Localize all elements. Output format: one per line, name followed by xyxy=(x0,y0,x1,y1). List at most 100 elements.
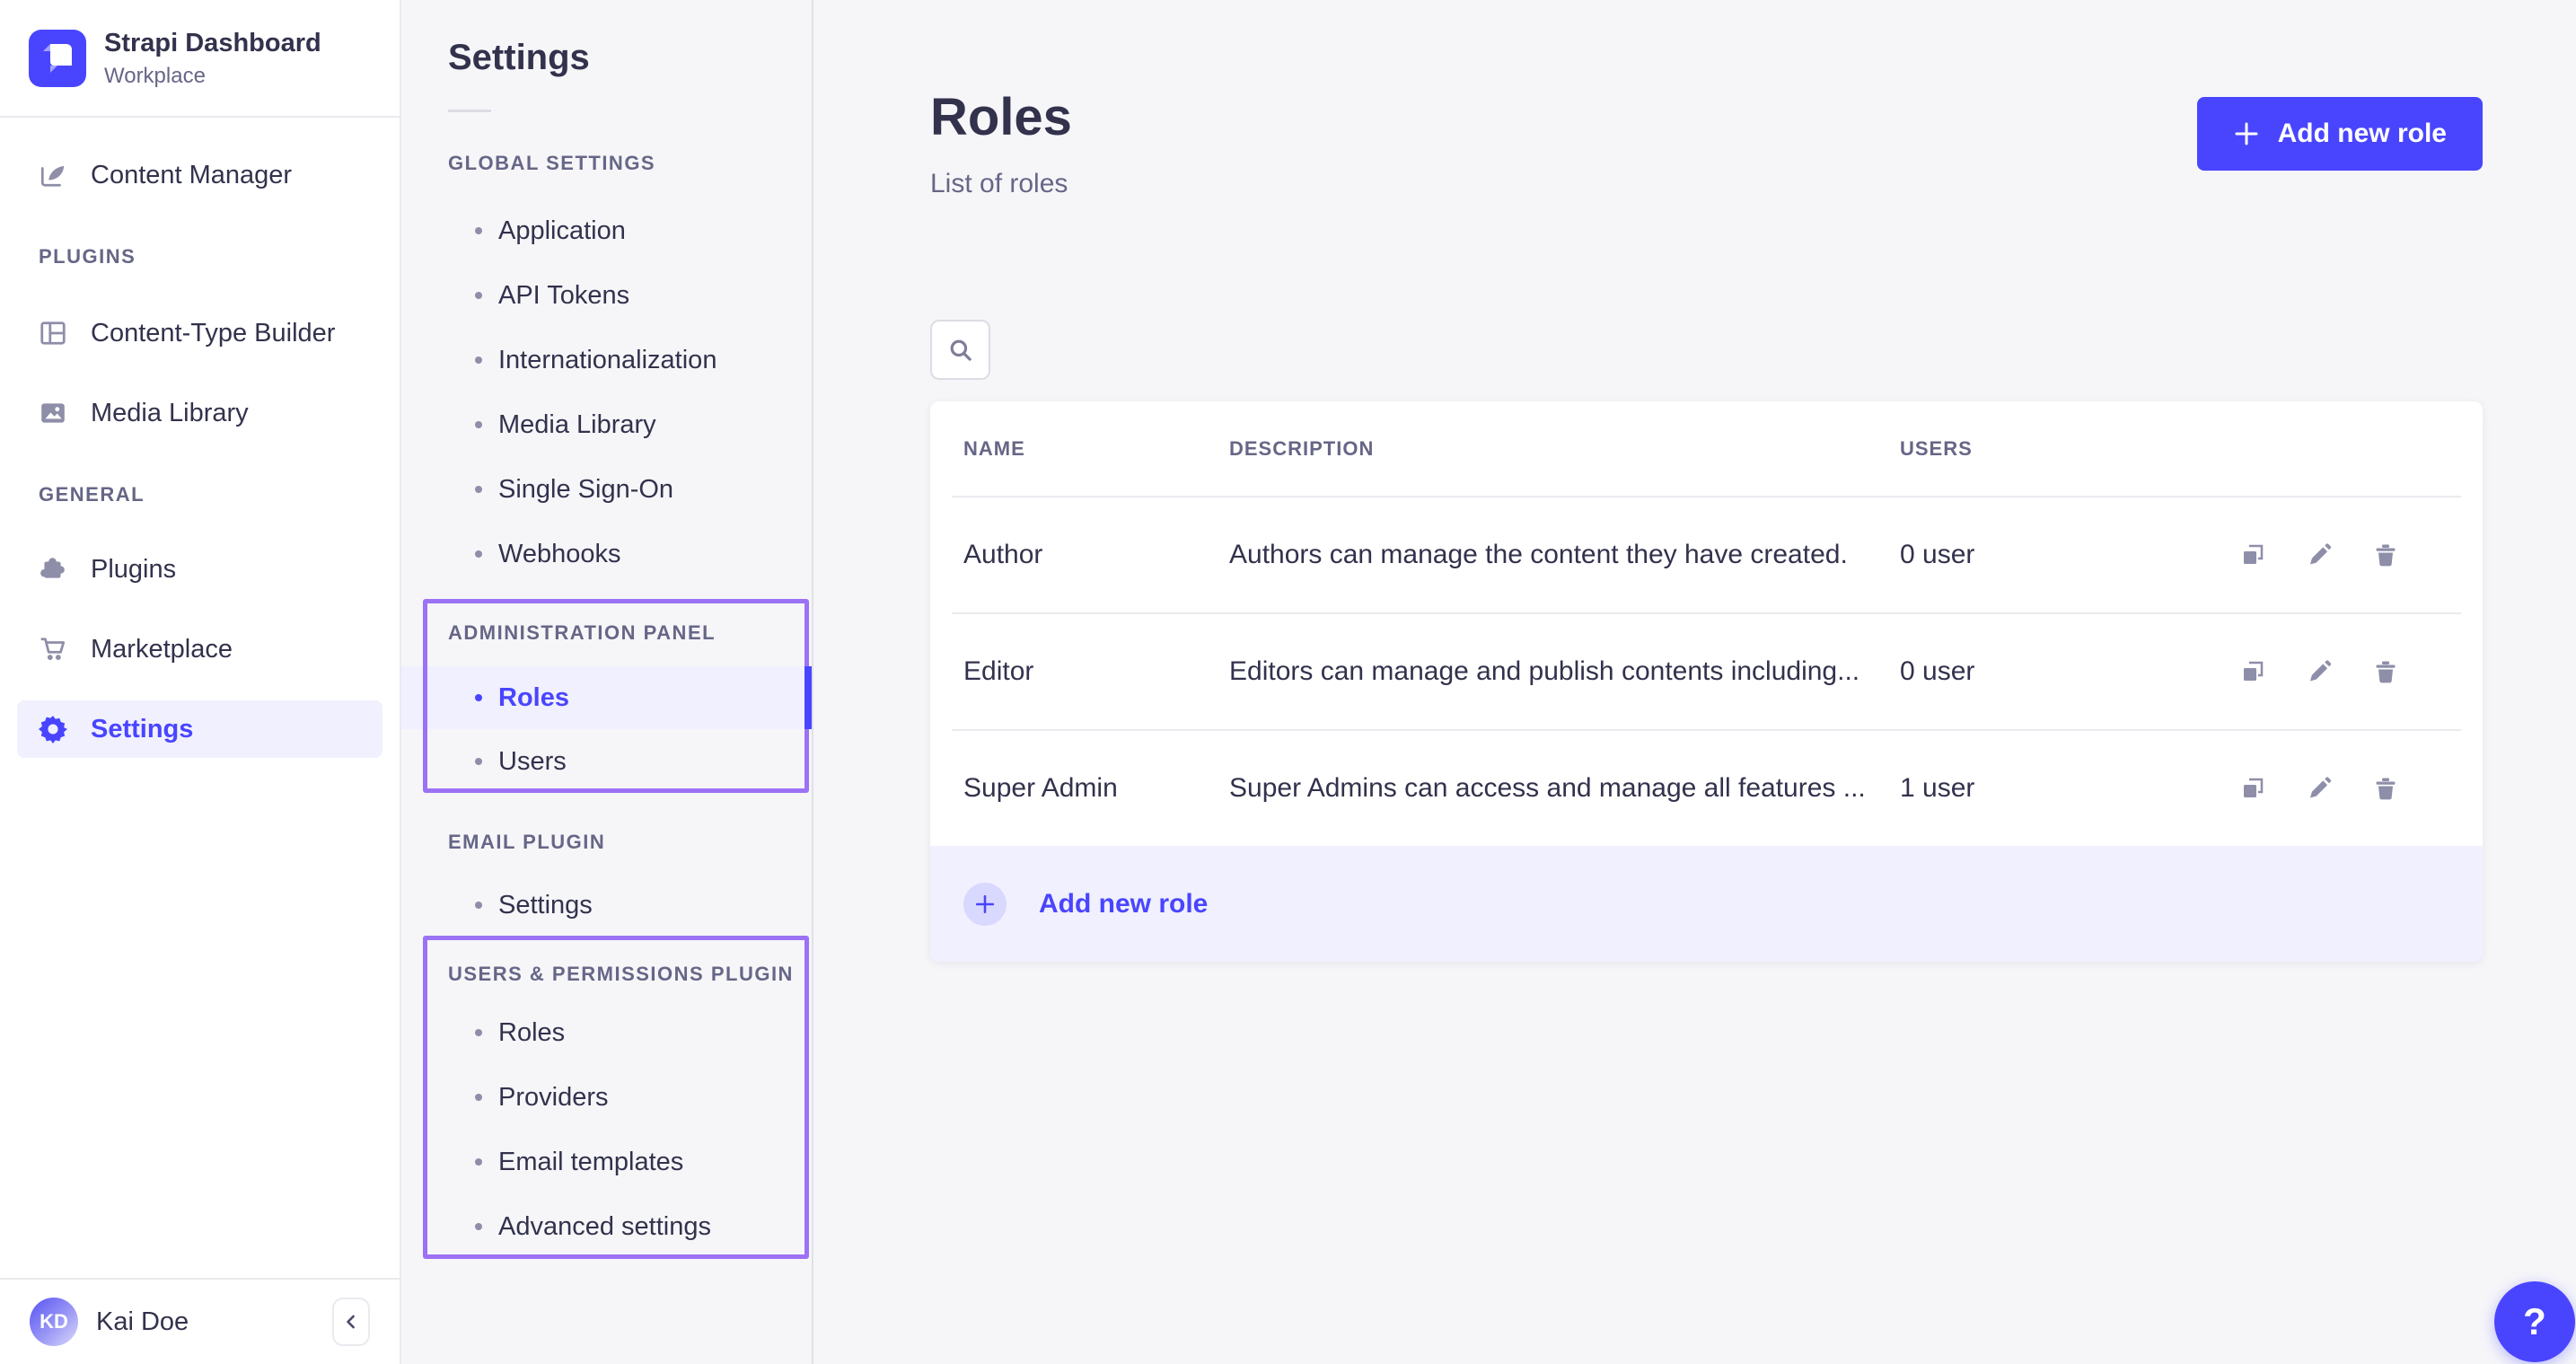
search-button[interactable] xyxy=(930,320,990,380)
sidebar-item-label: Media Library xyxy=(91,399,249,428)
sidebar-footer: KD Kai Doe xyxy=(0,1278,400,1364)
table-row-super-admin[interactable]: Super Admin Super Admins can access and … xyxy=(930,731,2483,846)
brand-subtitle: Workplace xyxy=(104,64,321,89)
help-button[interactable]: ? xyxy=(2494,1281,2575,1362)
page-subtitle: List of roles xyxy=(930,165,1072,203)
subnav-item-single-sign-on[interactable]: Single Sign-On xyxy=(401,457,812,522)
bullet-icon xyxy=(475,486,482,493)
subnav-item-users[interactable]: Users xyxy=(401,729,812,794)
sidebar-item-label: Plugins xyxy=(91,555,176,585)
subnav-section-users-permissions: USERS & PERMISSIONS PLUGIN xyxy=(448,963,812,986)
table-row-author[interactable]: Author Authors can manage the content th… xyxy=(930,497,2483,612)
sidebar-item-label: Settings xyxy=(91,715,193,744)
cart-icon xyxy=(39,635,67,664)
picture-icon xyxy=(39,399,67,427)
duplicate-icon[interactable] xyxy=(2239,775,2266,802)
subnav-item-webhooks[interactable]: Webhooks xyxy=(401,522,812,586)
subnav-section-administration-panel: ADMINISTRATION PANEL xyxy=(448,621,812,645)
subnav-item-label: Application xyxy=(498,216,626,246)
page-header: Roles List of roles Add new role xyxy=(930,88,2483,203)
subnav-item-api-tokens[interactable]: API Tokens xyxy=(401,263,812,328)
subnav-item-label: Settings xyxy=(498,891,593,920)
plus-circle xyxy=(963,883,1007,926)
edit-pencil-icon[interactable] xyxy=(2306,541,2333,568)
add-new-role-button[interactable]: Add new role xyxy=(2197,97,2483,171)
table-row-editor[interactable]: Editor Editors can manage and publish co… xyxy=(930,614,2483,729)
brand-text: Strapi Dashboard Workplace xyxy=(104,28,321,89)
bullet-icon xyxy=(475,421,482,428)
collapse-sidebar-button[interactable] xyxy=(332,1298,370,1346)
bullet-icon xyxy=(475,902,482,909)
plus-icon xyxy=(974,893,996,915)
subnav-item-roles-up[interactable]: Roles xyxy=(401,1000,812,1065)
sidebar-item-plugins[interactable]: Plugins xyxy=(17,541,382,598)
bullet-icon xyxy=(475,1094,482,1101)
bullet-icon xyxy=(475,758,482,765)
app-root: Strapi Dashboard Workplace Content Manag… xyxy=(0,0,2576,1364)
roles-table-card: NAME DESCRIPTION USERS Author Authors ca… xyxy=(930,401,2483,962)
sidebar-item-content-type-builder[interactable]: Content-Type Builder xyxy=(17,304,382,362)
gear-icon xyxy=(39,715,67,744)
subnav-item-label: Roles xyxy=(498,1018,565,1048)
role-users-cell: 0 user xyxy=(1900,656,2207,687)
table-header-row: NAME DESCRIPTION USERS xyxy=(930,401,2483,496)
role-description-cell: Authors can manage the content they have… xyxy=(1229,540,1900,570)
subnav-item-roles-admin[interactable]: Roles xyxy=(401,666,812,729)
sidebar-item-marketplace[interactable]: Marketplace xyxy=(17,620,382,678)
sidebar-section-general: GENERAL xyxy=(39,483,382,506)
role-users-cell: 1 user xyxy=(1900,773,2207,804)
sidebar-item-media-library[interactable]: Media Library xyxy=(17,384,382,442)
subnav-item-internationalization[interactable]: Internationalization xyxy=(401,328,812,392)
subnav-item-providers[interactable]: Providers xyxy=(401,1065,812,1130)
page-title: Roles xyxy=(930,88,1072,147)
delete-trash-icon[interactable] xyxy=(2372,658,2399,685)
question-mark-icon: ? xyxy=(2523,1300,2546,1343)
duplicate-icon[interactable] xyxy=(2239,541,2266,568)
subnav-item-application[interactable]: Application xyxy=(401,198,812,263)
row-actions xyxy=(2207,541,2449,568)
bullet-icon xyxy=(475,227,482,234)
add-new-role-row[interactable]: Add new role xyxy=(930,846,2483,962)
add-new-role-button-label: Add new role xyxy=(2278,119,2447,149)
subnav-item-advanced-settings[interactable]: Advanced settings xyxy=(401,1194,812,1259)
subnav-title-divider xyxy=(448,110,491,112)
sidebar-nav: Content Manager PLUGINS Content-Type Bui… xyxy=(0,118,400,1278)
layout-grid-icon xyxy=(39,319,67,348)
subnav-item-label: Email templates xyxy=(498,1148,683,1177)
column-header-name: NAME xyxy=(963,437,1229,461)
edit-pencil-icon[interactable] xyxy=(2306,658,2333,685)
sidebar-item-content-manager[interactable]: Content Manager xyxy=(17,146,382,204)
bullet-icon xyxy=(475,1223,482,1230)
duplicate-icon[interactable] xyxy=(2239,658,2266,685)
workspace-switcher[interactable]: Strapi Dashboard Workplace xyxy=(0,0,400,118)
subnav-item-label: Users xyxy=(498,747,567,777)
main-content: Roles List of roles Add new role NAME xyxy=(813,0,2576,1364)
delete-trash-icon[interactable] xyxy=(2372,541,2399,568)
role-description-cell: Editors can manage and publish contents … xyxy=(1229,656,1900,687)
strapi-logo-icon xyxy=(29,30,86,87)
role-users-cell: 0 user xyxy=(1900,540,2207,570)
subnav-item-media-library[interactable]: Media Library xyxy=(401,392,812,457)
sidebar-item-label: Marketplace xyxy=(91,635,233,664)
plus-icon xyxy=(2233,120,2260,147)
row-actions xyxy=(2207,775,2449,802)
sidebar-item-settings[interactable]: Settings xyxy=(17,700,382,758)
user-avatar[interactable]: KD xyxy=(30,1298,78,1346)
subnav-item-label: Webhooks xyxy=(498,540,621,569)
sidebar-item-label: Content Manager xyxy=(91,161,292,190)
subnav-section-global-settings: GLOBAL SETTINGS xyxy=(448,152,812,175)
subnav-item-email-templates[interactable]: Email templates xyxy=(401,1130,812,1194)
edit-pencil-icon[interactable] xyxy=(2306,775,2333,802)
subnav-item-label: Single Sign-On xyxy=(498,475,673,505)
bullet-icon xyxy=(475,550,482,558)
page-header-text: Roles List of roles xyxy=(930,88,1072,203)
role-name-cell: Author xyxy=(963,540,1229,570)
bullet-icon xyxy=(475,356,482,364)
subnav-item-email-settings[interactable]: Settings xyxy=(401,873,812,937)
delete-trash-icon[interactable] xyxy=(2372,775,2399,802)
puzzle-icon xyxy=(39,555,67,584)
feather-icon xyxy=(39,161,67,189)
subnav-item-label: Providers xyxy=(498,1083,609,1113)
subnav-item-label: Roles xyxy=(498,683,569,713)
subnav-title: Settings xyxy=(448,36,812,79)
